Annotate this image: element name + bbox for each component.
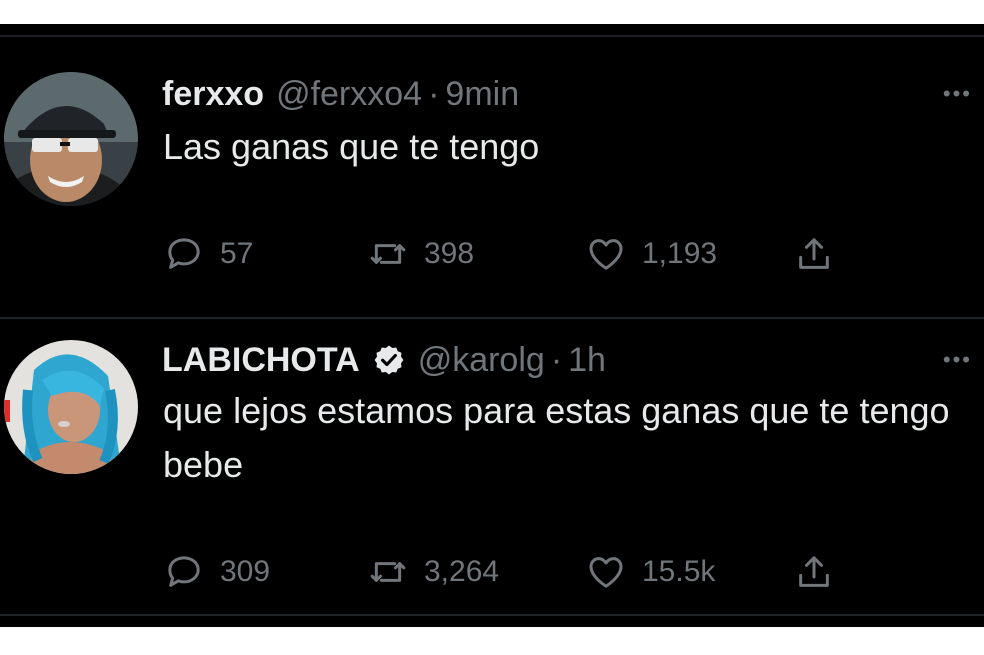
user-handle[interactable]: @karolg: [418, 340, 545, 380]
retweet-button[interactable]: 398: [368, 232, 474, 276]
share-icon: [799, 556, 829, 587]
reply-count: 309: [220, 555, 271, 588]
timestamp[interactable]: 1h: [568, 340, 606, 380]
timeline: ferxxo @ferxxo4 · 9min ••• Las ganas que…: [0, 24, 984, 627]
separator-dot: ·: [428, 75, 440, 113]
bottom-divider: [0, 614, 984, 616]
reply-button[interactable]: 57: [164, 232, 253, 276]
retweet-count: 3,264: [424, 555, 500, 588]
tweet-labichota[interactable]: LABICHOTA @karolg · 1h ••• que lejos est…: [0, 328, 984, 618]
reply-count: 57: [220, 237, 254, 270]
like-icon: [589, 239, 623, 270]
retweet-count: 398: [424, 237, 475, 270]
separator-dot: ·: [550, 341, 563, 379]
top-divider: [0, 35, 984, 37]
reply-icon: [168, 238, 200, 269]
retweet-icon: [370, 562, 406, 582]
retweet-button[interactable]: 3,264: [368, 550, 499, 594]
timestamp[interactable]: 9min: [445, 74, 519, 114]
more-icon[interactable]: •••: [943, 83, 972, 105]
display-name[interactable]: LABICHOTA: [162, 340, 360, 380]
retweet-icon: [370, 244, 406, 264]
share-button[interactable]: [794, 232, 834, 276]
like-button[interactable]: 1,193: [586, 232, 717, 276]
tweet-header: LABICHOTA @karolg · 1h: [162, 340, 606, 380]
avatar[interactable]: [4, 340, 138, 474]
action-bar: 57 398 1,193: [164, 232, 864, 276]
reply-button[interactable]: 309: [164, 550, 270, 594]
user-handle[interactable]: @ferxxo4: [276, 74, 422, 114]
share-icon: [799, 238, 829, 269]
tweet-ferxxo[interactable]: ferxxo @ferxxo4 · 9min ••• Las ganas que…: [0, 64, 984, 316]
like-count: 1,193: [642, 237, 718, 270]
action-bar: 309 3,264 15.5k: [164, 550, 864, 594]
share-button[interactable]: [794, 550, 834, 594]
tweet-header: ferxxo @ferxxo4 · 9min: [162, 74, 519, 114]
display-name[interactable]: ferxxo: [162, 74, 264, 114]
avatar[interactable]: [4, 72, 138, 206]
like-count: 15.5k: [642, 555, 716, 588]
tweet-divider: [0, 317, 984, 319]
reply-icon: [168, 556, 200, 587]
tweet-text: que lejos estamos para estas ganas que t…: [163, 390, 950, 485]
more-icon[interactable]: •••: [943, 349, 972, 371]
like-icon: [589, 557, 623, 588]
verified-badge-icon: [372, 343, 406, 377]
tweet-text: Las ganas que te tengo: [163, 126, 540, 167]
like-button[interactable]: 15.5k: [586, 550, 715, 594]
